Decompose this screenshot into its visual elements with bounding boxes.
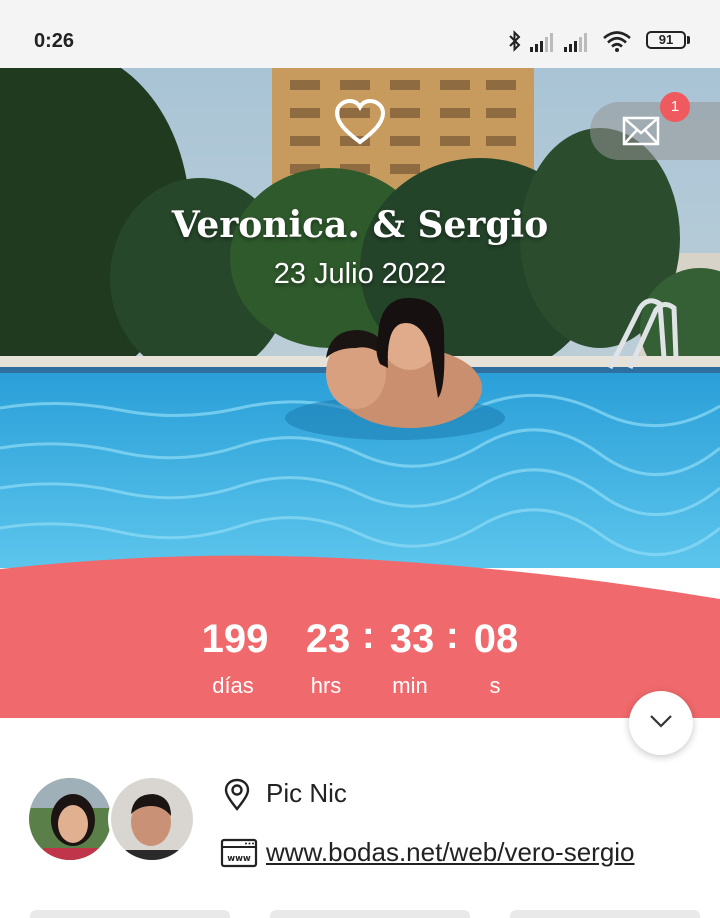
bluetooth-icon xyxy=(509,30,521,52)
website-row[interactable]: www www.bodas.net/web/vero-sergio xyxy=(220,837,700,871)
battery-icon: 91 xyxy=(646,31,686,49)
status-time: 0:26 xyxy=(34,30,75,52)
signal-icon xyxy=(564,33,587,52)
map-pin-icon xyxy=(224,778,250,811)
next-card-hint xyxy=(30,910,230,918)
avatar-groom xyxy=(108,775,196,863)
avatar-groom-photo xyxy=(111,778,193,860)
heart-icon xyxy=(334,98,386,145)
countdown-seconds-label: s xyxy=(489,673,501,698)
location-text: Pic Nic xyxy=(266,778,347,808)
battery-level: 91 xyxy=(658,32,674,47)
countdown-panel: 199 23 : 33 : 08 días hrs min s xyxy=(0,555,720,718)
hero-photo: Veronica. & Sergio 23 Julio 2022 xyxy=(0,68,720,568)
website-link[interactable]: www.bodas.net/web/vero-sergio xyxy=(266,837,635,868)
avatar-bride xyxy=(26,775,114,863)
status-icons: 91 xyxy=(508,28,692,54)
scroll-down-button[interactable] xyxy=(629,691,693,755)
www-icon: www xyxy=(220,838,258,868)
svg-text:www: www xyxy=(227,854,251,864)
next-card-hint xyxy=(270,910,470,918)
status-bar: 0:26 91 xyxy=(0,0,720,68)
notification-badge: 1 xyxy=(660,92,690,122)
envelope-icon xyxy=(622,116,660,146)
wedding-date: 23 Julio 2022 xyxy=(273,258,447,290)
battery-tip xyxy=(687,36,690,44)
countdown-seconds: 08 xyxy=(473,617,519,661)
wifi-icon xyxy=(603,31,631,52)
couple-names: Veronica. & Sergio xyxy=(171,204,549,246)
signal-icon xyxy=(530,33,553,52)
location-row[interactable]: Pic Nic xyxy=(220,778,700,812)
messages-button[interactable] xyxy=(590,102,720,160)
next-card-hint xyxy=(510,910,700,918)
chevron-down-icon xyxy=(650,715,672,728)
avatar-bride-photo xyxy=(29,778,111,860)
